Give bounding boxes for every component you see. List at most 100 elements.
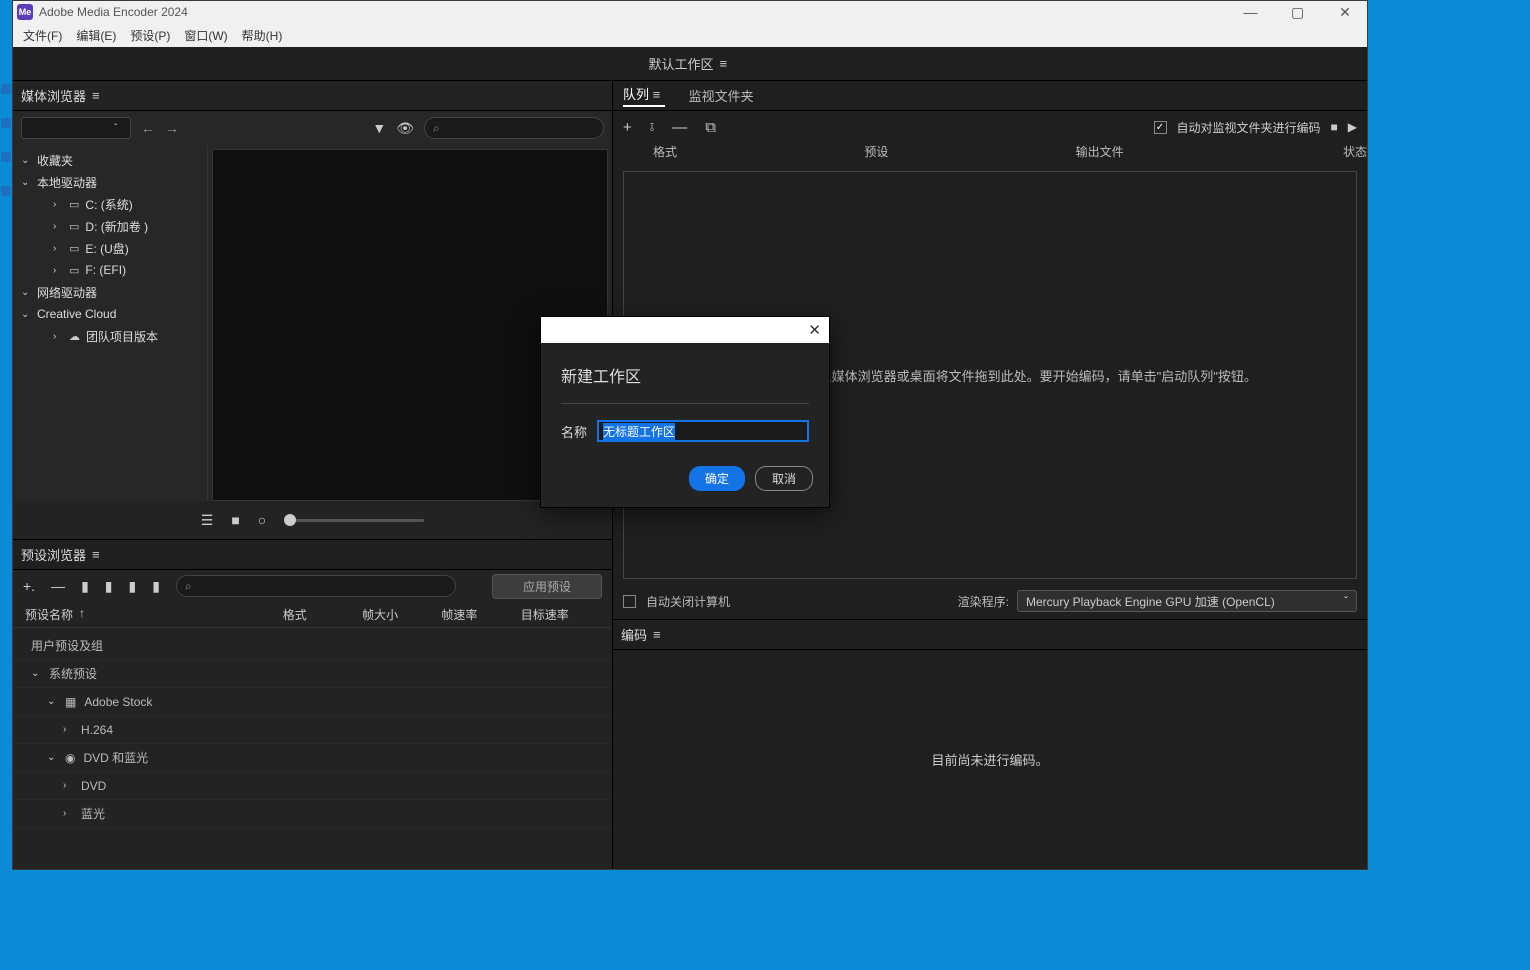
tree-creative-cloud[interactable]: ⌄Creative Cloud — [13, 303, 207, 325]
eye-icon[interactable]: 👁 — [396, 120, 414, 137]
menu-help[interactable]: 帮助(H) — [242, 27, 283, 44]
renderer-select[interactable]: Mercury Playback Engine GPU 加速 (OpenCL) … — [1017, 590, 1357, 612]
maximize-icon[interactable]: ▢ — [1276, 1, 1320, 23]
add-source-icon[interactable]: + — [623, 119, 632, 136]
chevron-right-icon: › — [63, 724, 73, 735]
tree-drive-e[interactable]: ›▭E: (U盘) — [13, 237, 207, 259]
qcol-status[interactable]: 状态 — [1287, 143, 1367, 167]
thumb-view-icon[interactable]: ■ — [231, 512, 239, 528]
apply-preset-button[interactable]: 应用预设 — [492, 574, 602, 599]
auto-encode-label: 自动对监视文件夹进行编码 — [1177, 119, 1321, 136]
panel-menu-icon[interactable] — [653, 627, 665, 642]
qcol-format[interactable]: 格式 — [653, 143, 864, 167]
tree-drive-c[interactable]: ›▭C: (系统) — [13, 193, 207, 215]
preset-user-group[interactable]: 用户预设及组 — [13, 632, 612, 660]
panel-menu-icon[interactable] — [653, 87, 665, 102]
export-icon[interactable]: ▮ — [152, 578, 160, 595]
tree-network[interactable]: ⌄网络驱动器 — [13, 281, 207, 303]
col-preset-name[interactable]: 预设名称 — [25, 606, 73, 623]
duplicate-icon[interactable]: ⧉ — [705, 119, 716, 136]
workspace-menu-icon[interactable] — [720, 56, 732, 71]
workspace-bar[interactable]: 默认工作区 — [13, 47, 1367, 81]
preset-adobe-stock[interactable]: ⌄▦Adobe Stock — [13, 688, 612, 716]
settings-icon[interactable]: ⫱ — [650, 120, 654, 135]
ok-button[interactable]: 确定 — [689, 466, 745, 491]
list-view-icon[interactable]: ☰ — [201, 512, 214, 529]
tab-queue[interactable]: 队列 — [623, 84, 665, 107]
encode-status-message: 目前尚未进行编码。 — [931, 750, 1048, 769]
preset-system[interactable]: ⌄系统预设 — [13, 660, 612, 688]
preset-h264[interactable]: ›H.264 — [13, 716, 612, 744]
preset-dvd[interactable]: ›DVD — [13, 772, 612, 800]
encode-title: 编码 — [621, 625, 647, 644]
menu-file[interactable]: 文件(F) — [23, 27, 62, 44]
drive-icon: ▭ — [69, 220, 79, 233]
remove-icon[interactable]: — — [672, 119, 687, 136]
chevron-down-icon: ⌄ — [21, 155, 31, 166]
thumbnail-slider[interactable] — [284, 519, 424, 522]
new-preset-icon[interactable]: +. — [23, 578, 35, 594]
divider — [561, 403, 809, 404]
tree-label: 团队项目版本 — [86, 328, 158, 345]
nav-forward-icon[interactable]: → — [165, 120, 179, 136]
folder2-icon[interactable]: ▮ — [105, 578, 113, 595]
media-browser-header[interactable]: 媒体浏览器 — [13, 81, 612, 111]
folder-tree: ⌄收藏夹 ⌄本地驱动器 ›▭C: (系统) ›▭D: (新加卷 ) ›▭E: (… — [13, 145, 208, 501]
preset-label: Adobe Stock — [84, 695, 152, 709]
tree-label: F: (EFI) — [85, 263, 126, 277]
nav-back-icon[interactable]: ← — [141, 120, 155, 136]
minimize-icon[interactable]: — — [1228, 1, 1272, 23]
chevron-down-icon: ⌄ — [21, 287, 31, 298]
tree-label: Creative Cloud — [37, 307, 116, 321]
renderer-label: 渲染程序: — [958, 593, 1009, 610]
play-icon[interactable]: ▶ — [1348, 120, 1357, 134]
taskbar-icon — [1, 152, 11, 162]
qcol-preset[interactable]: 预设 — [864, 143, 1075, 167]
auto-shutdown-label: 自动关闭计算机 — [646, 593, 730, 610]
tab-watch-folders[interactable]: 监视文件夹 — [689, 86, 754, 105]
breadcrumb-dropdown[interactable]: ˇ — [21, 117, 131, 139]
menu-edit[interactable]: 编辑(E) — [76, 27, 116, 44]
preset-browser-header[interactable]: 预设浏览器 — [13, 540, 612, 570]
search-input[interactable]: ⌕ — [424, 117, 604, 139]
tree-team-versions[interactable]: ›☁团队项目版本 — [13, 325, 207, 347]
dialog-close-icon[interactable]: ✕ — [808, 321, 821, 339]
col-frame-size[interactable]: 帧大小 — [362, 606, 441, 623]
menu-window[interactable]: 窗口(W) — [184, 27, 227, 44]
qcol-output[interactable]: 输出文件 — [1076, 143, 1287, 167]
folder-icon[interactable]: ▮ — [81, 578, 89, 595]
cancel-button[interactable]: 取消 — [755, 466, 813, 491]
chevron-down-icon: ˇ — [114, 123, 124, 134]
panel-menu-icon[interactable] — [92, 88, 104, 103]
titlebar[interactable]: Me Adobe Media Encoder 2024 — ▢ ✕ — [13, 1, 1367, 23]
chevron-down-icon: ⌄ — [47, 752, 57, 763]
menu-preset[interactable]: 预设(P) — [130, 27, 170, 44]
encode-panel-header[interactable]: 编码 — [613, 620, 1367, 650]
preset-search-input[interactable]: ⌕ — [176, 575, 456, 597]
dialog-title: 新建工作区 — [561, 363, 809, 387]
preset-bluray[interactable]: ›蓝光 — [13, 800, 612, 828]
sort-asc-icon[interactable]: ↑ — [79, 606, 85, 623]
tree-label: 本地驱动器 — [37, 174, 97, 191]
delete-preset-icon[interactable]: — — [51, 578, 65, 594]
col-format[interactable]: 格式 — [283, 606, 362, 623]
stop-icon[interactable]: ■ — [1331, 120, 1338, 134]
filter-icon[interactable]: ▼ — [372, 120, 386, 136]
tree-drive-d[interactable]: ›▭D: (新加卷 ) — [13, 215, 207, 237]
workspace-name-input[interactable] — [597, 420, 809, 442]
app-badge-icon: Me — [17, 4, 33, 20]
close-icon[interactable]: ✕ — [1323, 1, 1367, 23]
preset-dvd-bluray[interactable]: ⌄◉DVD 和蓝光 — [13, 744, 612, 772]
import-icon[interactable]: ▮ — [129, 578, 137, 595]
col-target-rate[interactable]: 目标速率 — [521, 606, 600, 623]
col-frame-rate[interactable]: 帧速率 — [441, 606, 520, 623]
tree-drive-f[interactable]: ›▭F: (EFI) — [13, 259, 207, 281]
panel-menu-icon[interactable] — [92, 547, 104, 562]
auto-encode-checkbox[interactable]: ✓ — [1154, 121, 1167, 134]
preset-browser-title: 预设浏览器 — [21, 545, 86, 564]
auto-shutdown-checkbox[interactable]: ✓ — [623, 595, 636, 608]
tree-favorites[interactable]: ⌄收藏夹 — [13, 149, 207, 171]
chevron-right-icon: › — [53, 243, 63, 254]
tree-local-drives[interactable]: ⌄本地驱动器 — [13, 171, 207, 193]
chevron-right-icon: › — [53, 331, 63, 342]
